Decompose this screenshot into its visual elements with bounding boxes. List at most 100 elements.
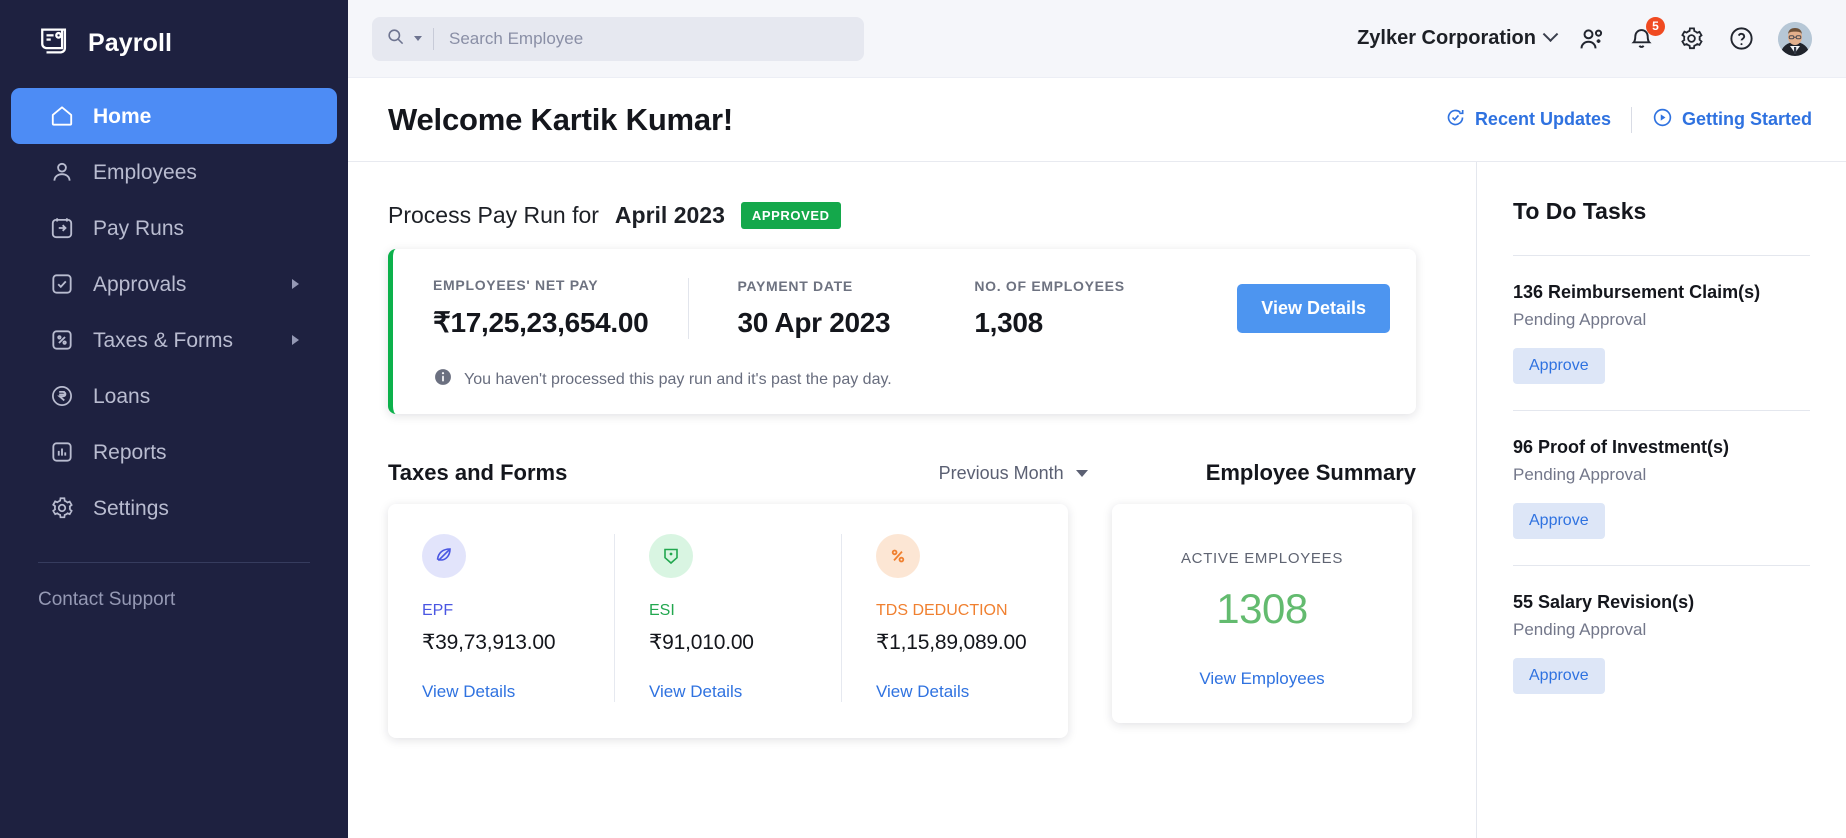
- tax-name: EPF: [422, 602, 580, 620]
- welcome-bar: Welcome Kartik Kumar! Recent Updates Get…: [348, 78, 1846, 162]
- stat-value: 1,308: [974, 307, 1124, 339]
- sidebar-item-label: Taxes & Forms: [93, 330, 233, 351]
- gear-icon: [49, 495, 75, 521]
- chevron-right-icon: [292, 335, 299, 345]
- stat-value: 30 Apr 2023: [737, 307, 890, 339]
- stat-value: ₹17,25,23,654.00: [433, 306, 648, 339]
- org-switcher[interactable]: Zylker Corporation: [1357, 27, 1556, 50]
- help-icon[interactable]: [1728, 25, 1756, 53]
- brand: Payroll: [0, 14, 348, 72]
- stat-net-pay: EMPLOYEES' NET PAY ₹17,25,23,654.00: [433, 277, 688, 339]
- getting-started-link[interactable]: Getting Started: [1652, 107, 1812, 133]
- employee-summary-card: ACTIVE EMPLOYEES 1308 View Employees: [1112, 504, 1412, 723]
- taxes-title: Taxes and Forms: [388, 460, 567, 486]
- approve-button[interactable]: Approve: [1513, 503, 1605, 539]
- task-item: 96 Proof of Investment(s) Pending Approv…: [1513, 410, 1810, 565]
- payrun-note: You haven't processed this pay run and i…: [433, 367, 1390, 392]
- stat-label: EMPLOYEES' NET PAY: [433, 277, 648, 293]
- lower-cards: EPF ₹39,73,913.00 View Details ESI ₹91,0…: [388, 504, 1476, 738]
- sidebar-item-label: Pay Runs: [93, 218, 184, 239]
- user-icon: [49, 159, 75, 185]
- tax-view-details-link[interactable]: View Details: [422, 682, 580, 702]
- contact-support-link[interactable]: Contact Support: [0, 563, 348, 611]
- payroll-logo-icon: [38, 24, 72, 63]
- notifications-bell-icon[interactable]: 5: [1628, 25, 1656, 53]
- sidebar-item-label: Approvals: [93, 274, 186, 295]
- status-badge: APPROVED: [741, 202, 841, 229]
- search-scope-caret-icon[interactable]: [414, 36, 422, 41]
- payrun-heading-period: April 2023: [615, 202, 725, 229]
- sidebar-item-pay-runs[interactable]: Pay Runs: [11, 200, 337, 256]
- period-filter-dropdown[interactable]: Previous Month: [939, 463, 1088, 484]
- sidebar: Payroll Home Employees Pay Runs: [0, 0, 348, 838]
- play-circle-icon: [1652, 107, 1673, 133]
- body: Process Pay Run for April 2023 APPROVED …: [348, 162, 1846, 838]
- view-details-button[interactable]: View Details: [1237, 284, 1390, 333]
- tax-value: ₹91,010.00: [649, 630, 807, 655]
- chevron-right-icon: [292, 279, 299, 289]
- sidebar-item-reports[interactable]: Reports: [11, 424, 337, 480]
- avatar[interactable]: [1778, 22, 1812, 56]
- recent-updates-link[interactable]: Recent Updates: [1445, 107, 1611, 133]
- approve-button[interactable]: Approve: [1513, 348, 1605, 384]
- tax-column-tds: TDS DEDUCTION ₹1,15,89,089.00 View Detai…: [841, 534, 1068, 702]
- notification-badge: 5: [1646, 17, 1665, 36]
- tax-view-details-link[interactable]: View Details: [649, 682, 807, 702]
- chevron-down-icon: [1076, 470, 1088, 477]
- view-employees-link[interactable]: View Employees: [1112, 669, 1412, 689]
- task-title: 136 Reimbursement Claim(s): [1513, 282, 1810, 303]
- sidebar-item-employees[interactable]: Employees: [11, 144, 337, 200]
- stat-label: PAYMENT DATE: [737, 278, 890, 294]
- top-bar: Search Employee Zylker Corporation 5: [348, 0, 1846, 78]
- percent-square-icon: [49, 327, 75, 353]
- welcome-actions: Recent Updates Getting Started: [1445, 107, 1812, 133]
- sidebar-item-label: Home: [93, 106, 151, 127]
- search-input[interactable]: Search Employee: [372, 17, 864, 61]
- sidebar-item-loans[interactable]: Loans: [11, 368, 337, 424]
- payrun-heading-prefix: Process Pay Run for: [388, 202, 599, 229]
- active-employees-label: ACTIVE EMPLOYEES: [1112, 550, 1412, 567]
- search-divider: [433, 28, 434, 50]
- add-user-icon[interactable]: [1578, 25, 1606, 53]
- home-icon: [49, 103, 75, 129]
- sidebar-item-home[interactable]: Home: [11, 88, 337, 144]
- todo-title: To Do Tasks: [1513, 198, 1810, 225]
- brand-title: Payroll: [88, 29, 172, 58]
- taxes-heading-row: Taxes and Forms Previous Month Employee …: [388, 460, 1416, 486]
- tax-value: ₹1,15,89,089.00: [876, 630, 1034, 655]
- approve-button[interactable]: Approve: [1513, 658, 1605, 694]
- tax-name: ESI: [649, 602, 807, 620]
- stat-label: NO. OF EMPLOYEES: [974, 278, 1124, 294]
- welcome-links-divider: [1631, 107, 1632, 133]
- tax-view-details-link[interactable]: View Details: [876, 682, 1034, 702]
- task-status: Pending Approval: [1513, 310, 1810, 330]
- bar-chart-icon: [49, 439, 75, 465]
- sidebar-item-settings[interactable]: Settings: [11, 480, 337, 536]
- settings-gear-icon[interactable]: [1678, 25, 1706, 53]
- payroll-dashboard: Payroll Home Employees Pay Runs: [0, 0, 1846, 838]
- tax-column-esi: ESI ₹91,010.00 View Details: [614, 534, 841, 702]
- refresh-check-icon: [1445, 107, 1466, 133]
- getting-started-label: Getting Started: [1682, 109, 1812, 130]
- sidebar-item-label: Loans: [93, 386, 150, 407]
- tax-column-epf: EPF ₹39,73,913.00 View Details: [388, 534, 614, 702]
- task-status: Pending Approval: [1513, 620, 1810, 640]
- sidebar-item-taxes-and-forms[interactable]: Taxes & Forms: [11, 312, 337, 368]
- sidebar-item-label: Settings: [93, 498, 169, 519]
- sidebar-item-approvals[interactable]: Approvals: [11, 256, 337, 312]
- task-status: Pending Approval: [1513, 465, 1810, 485]
- top-bar-actions: Zylker Corporation 5: [1357, 22, 1812, 56]
- rupee-circle-icon: [49, 383, 75, 409]
- info-icon: [433, 367, 453, 392]
- payrun-card: EMPLOYEES' NET PAY ₹17,25,23,654.00 PAYM…: [388, 249, 1416, 414]
- leaf-icon: [422, 534, 466, 578]
- task-item: 55 Salary Revision(s) Pending Approval A…: [1513, 565, 1810, 720]
- payrun-heading: Process Pay Run for April 2023 APPROVED: [388, 202, 1476, 229]
- percent-icon: [876, 534, 920, 578]
- sidebar-item-label: Employees: [93, 162, 197, 183]
- chevron-down-icon: [1543, 26, 1559, 42]
- pay-run-icon: [49, 215, 75, 241]
- tax-value: ₹39,73,913.00: [422, 630, 580, 655]
- recent-updates-label: Recent Updates: [1475, 109, 1611, 130]
- taxes-card: EPF ₹39,73,913.00 View Details ESI ₹91,0…: [388, 504, 1068, 738]
